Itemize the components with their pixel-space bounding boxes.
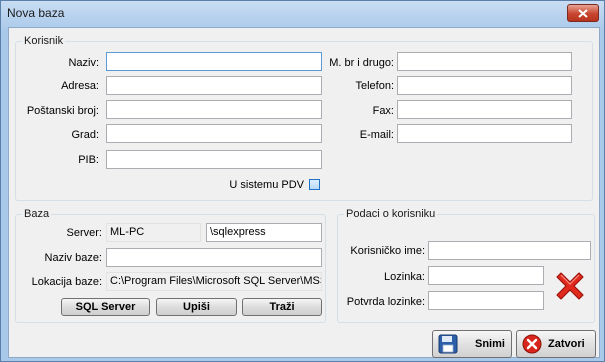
fax-input[interactable]	[397, 100, 572, 119]
potvrda-lozinke-input[interactable]	[428, 291, 544, 310]
snimi-button[interactable]: Snimi	[432, 330, 512, 358]
trazi-button[interactable]: Traži	[242, 298, 322, 316]
grad-input[interactable]	[106, 124, 322, 143]
telefon-label: Telefon:	[355, 80, 394, 92]
server-label: Server:	[66, 227, 102, 239]
naziv-baze-label: Naziv baze:	[44, 252, 102, 264]
potvrda-lozinke-label: Potvrda lozinke:	[346, 296, 425, 308]
upisi-button[interactable]: Upiši	[156, 298, 237, 316]
close-circle-icon	[522, 334, 542, 354]
naziv-label: Naziv:	[68, 57, 99, 69]
lokacija-baze-input[interactable]: C:\Program Files\Microsoft SQL Server\MS…	[106, 272, 322, 291]
korisnik-group: Korisnik Naziv: Adresa: Poštanski broj: …	[15, 35, 593, 201]
korisnicko-ime-input[interactable]	[428, 241, 591, 260]
email-label: E-mail:	[359, 129, 394, 141]
fax-label: Fax:	[372, 105, 394, 117]
pdv-label: U sistemu PDV	[229, 179, 304, 191]
naziv-input[interactable]	[106, 52, 322, 71]
dialog-body: Korisnik Naziv: Adresa: Poštanski broj: …	[8, 27, 600, 358]
window-title: Nova baza	[7, 6, 65, 20]
korisnicko-ime-label: Korisničko ime:	[350, 245, 425, 257]
pib-label: PIB:	[78, 154, 99, 166]
dialog-window: Nova baza Korisnik Naziv: Adresa: Poštan…	[0, 0, 605, 362]
zatvori-button[interactable]: Zatvori	[516, 330, 596, 358]
baza-group: Baza Server: ML-PC \sqlexpress Naziv baz…	[15, 208, 326, 323]
mbr-input[interactable]	[397, 52, 572, 71]
sql-server-button[interactable]: SQL Server	[61, 298, 150, 316]
korisnik-legend: Korisnik	[22, 35, 66, 47]
server-input[interactable]: ML-PC	[106, 223, 201, 242]
postanski-broj-input[interactable]	[106, 100, 322, 119]
adresa-input[interactable]	[106, 76, 322, 95]
postanski-broj-label: Poštanski broj:	[26, 105, 99, 117]
window-close-button[interactable]	[567, 4, 599, 22]
mbr-label: M. br i drugo:	[329, 57, 394, 69]
lozinka-input[interactable]	[428, 266, 544, 285]
grad-label: Grad:	[71, 129, 99, 141]
instance-input[interactable]: \sqlexpress	[206, 223, 322, 242]
snimi-label: Snimi	[475, 338, 505, 350]
save-icon	[438, 334, 458, 354]
telefon-input[interactable]	[397, 76, 572, 95]
lozinka-label: Lozinka:	[384, 271, 425, 283]
naziv-baze-input[interactable]	[106, 248, 322, 267]
podaci-o-korisniku-group: Podaci o korisniku Korisničko ime: Lozin…	[337, 208, 595, 323]
baza-legend: Baza	[22, 208, 52, 220]
pib-input[interactable]	[106, 150, 322, 169]
adresa-label: Adresa:	[61, 80, 99, 92]
lokacija-baze-label: Lokacija baze:	[31, 276, 102, 288]
email-input[interactable]	[397, 124, 572, 143]
close-icon	[578, 8, 588, 18]
pdv-checkbox[interactable]	[309, 179, 320, 190]
password-mismatch-icon	[556, 272, 584, 300]
zatvori-label: Zatvori	[548, 338, 585, 350]
podaci-legend: Podaci o korisniku	[344, 208, 438, 220]
title-bar: Nova baza	[1, 1, 604, 25]
